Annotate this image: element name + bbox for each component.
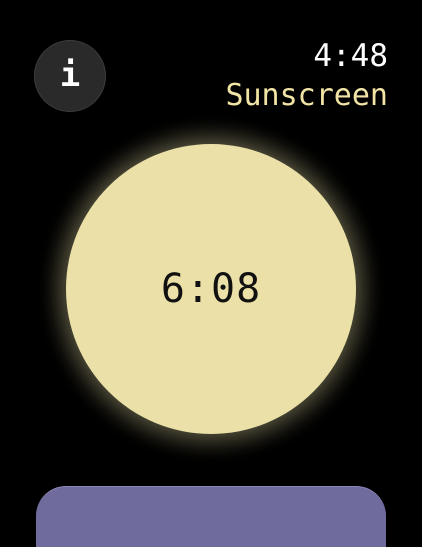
status-time: 4:48 bbox=[313, 38, 388, 74]
sun-timer-circle[interactable]: 6:08 bbox=[66, 144, 356, 434]
info-icon: i bbox=[59, 55, 81, 95]
timer-remaining: 6:08 bbox=[160, 266, 262, 312]
app-title: Sunscreen bbox=[225, 78, 388, 113]
bottom-action-button[interactable] bbox=[36, 486, 386, 547]
info-button[interactable]: i bbox=[34, 40, 106, 112]
